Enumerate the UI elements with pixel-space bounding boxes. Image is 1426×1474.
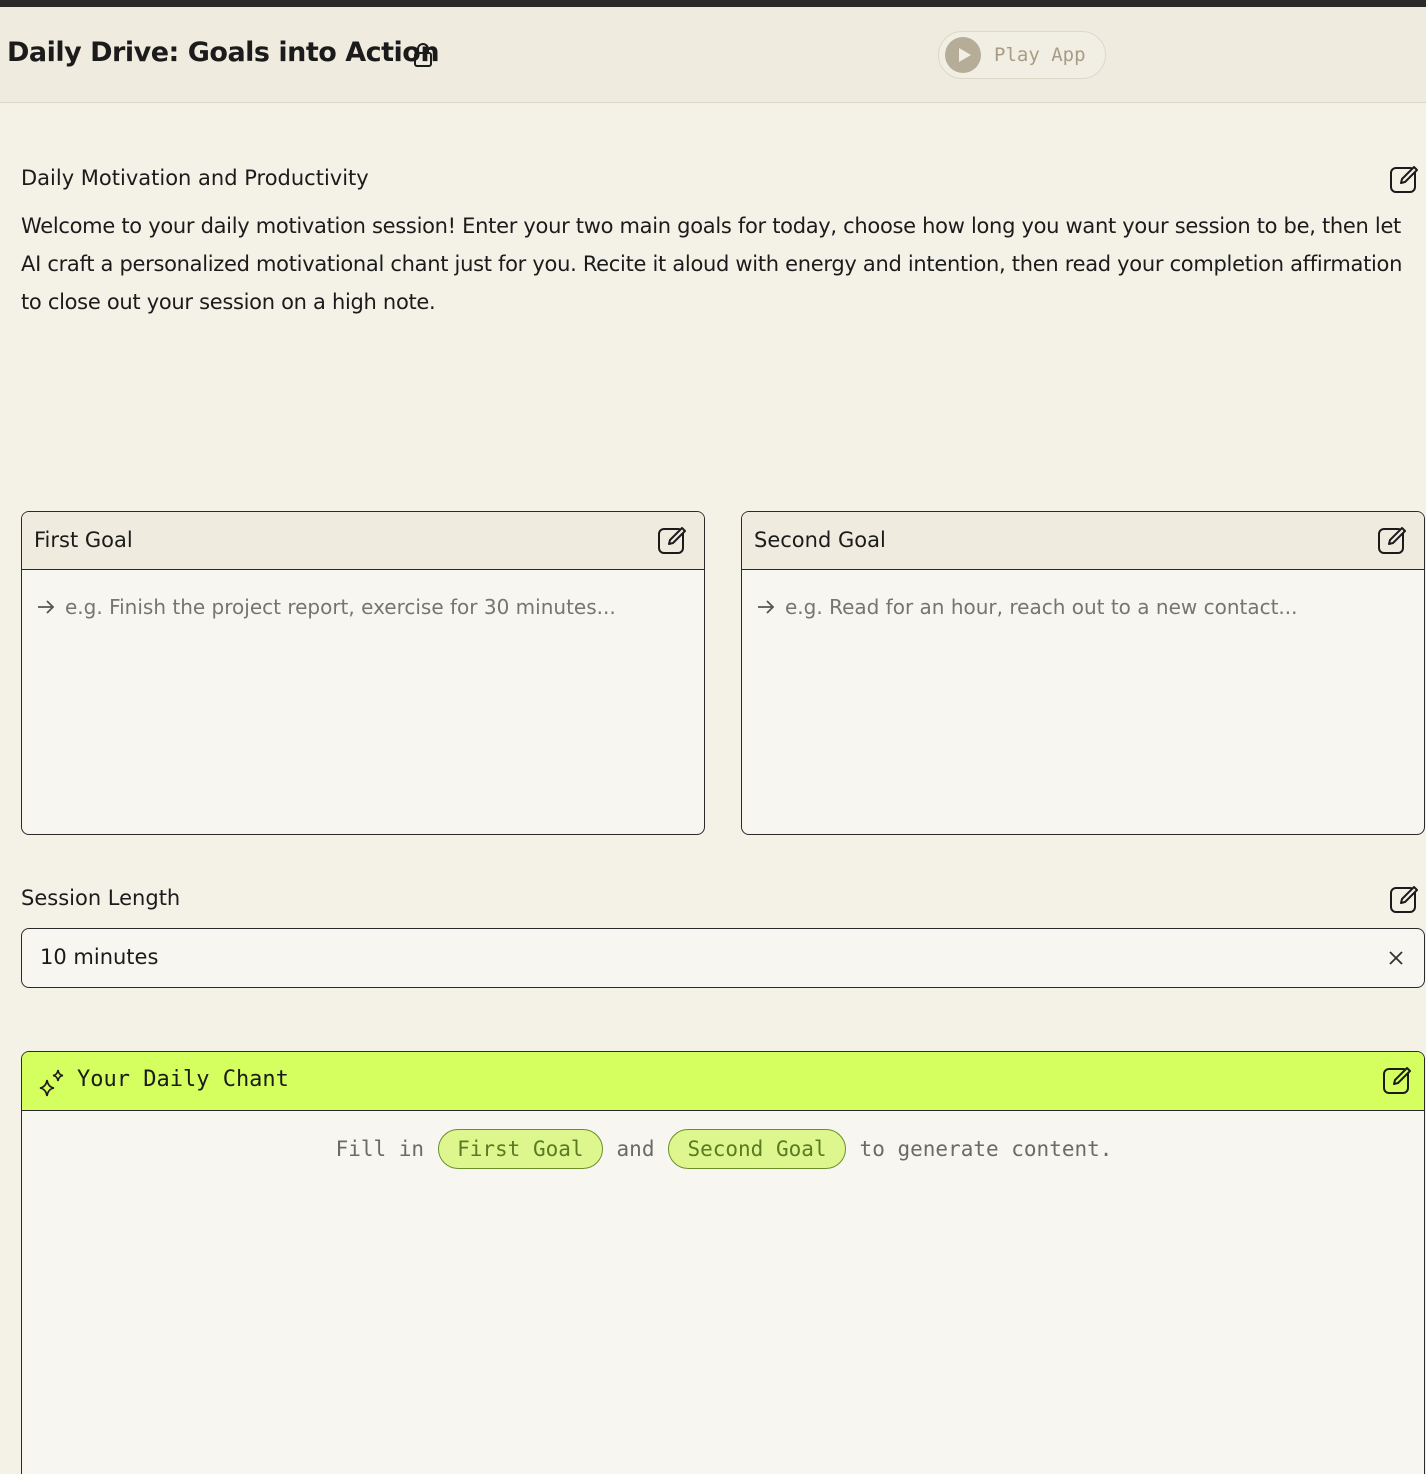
session-length-value: 10 minutes: [40, 945, 159, 969]
second-goal-card: Second Goal e.g. Read for an hour, reach…: [741, 511, 1425, 835]
edit-icon[interactable]: [1389, 884, 1419, 914]
second-goal-label: Second Goal: [754, 528, 886, 552]
arrow-right-icon: [38, 600, 55, 614]
daily-chant-card: Your Daily Chant Fill in First Goal and …: [21, 1051, 1425, 1474]
second-goal-input[interactable]: e.g. Read for an hour, reach out to a ne…: [742, 570, 1424, 619]
daily-chant-header: Your Daily Chant: [22, 1052, 1424, 1111]
edit-icon[interactable]: [1389, 164, 1419, 194]
first-goal-label: First Goal: [34, 528, 133, 552]
chant-msg-and: and: [616, 1137, 655, 1161]
chant-empty-message: Fill in First Goal and Second Goal to ge…: [22, 1129, 1424, 1169]
sparkle-icon: [39, 1069, 64, 1097]
play-icon: [945, 37, 981, 73]
arrow-right-icon: [758, 600, 775, 614]
second-goal-placeholder: e.g. Read for an hour, reach out to a ne…: [785, 595, 1298, 619]
play-app-button[interactable]: Play App: [938, 31, 1106, 79]
second-goal-chip[interactable]: Second Goal: [668, 1129, 846, 1169]
app-title: Daily Drive: Goals into Action: [7, 37, 440, 68]
session-length-label: Session Length: [21, 886, 181, 910]
edit-icon[interactable]: [1377, 525, 1407, 555]
first-goal-placeholder: e.g. Finish the project report, exercise…: [65, 595, 616, 619]
first-goal-card: First Goal e.g. Finish the project repor…: [21, 511, 705, 835]
first-goal-input[interactable]: e.g. Finish the project report, exercise…: [22, 570, 704, 619]
description-title: Daily Motivation and Productivity: [21, 166, 369, 190]
first-goal-chip[interactable]: First Goal: [438, 1129, 603, 1169]
play-app-label: Play App: [994, 44, 1086, 66]
chant-msg-prefix: Fill in: [335, 1137, 425, 1161]
edit-icon[interactable]: [1382, 1065, 1412, 1095]
description-body: Welcome to your daily motivation session…: [21, 214, 1403, 314]
second-goal-header: Second Goal: [742, 512, 1424, 570]
chant-msg-suffix: to generate content.: [859, 1137, 1113, 1161]
window-top-strip: [0, 0, 1426, 7]
daily-chant-title: Your Daily Chant: [77, 1067, 289, 1092]
session-length-field[interactable]: 10 minutes: [21, 928, 1425, 988]
lock-icon[interactable]: [412, 41, 434, 69]
close-icon[interactable]: [1386, 948, 1406, 968]
first-goal-header: First Goal: [22, 512, 704, 570]
edit-icon[interactable]: [657, 525, 687, 555]
app-header: Daily Drive: Goals into Action Play App: [0, 7, 1426, 103]
